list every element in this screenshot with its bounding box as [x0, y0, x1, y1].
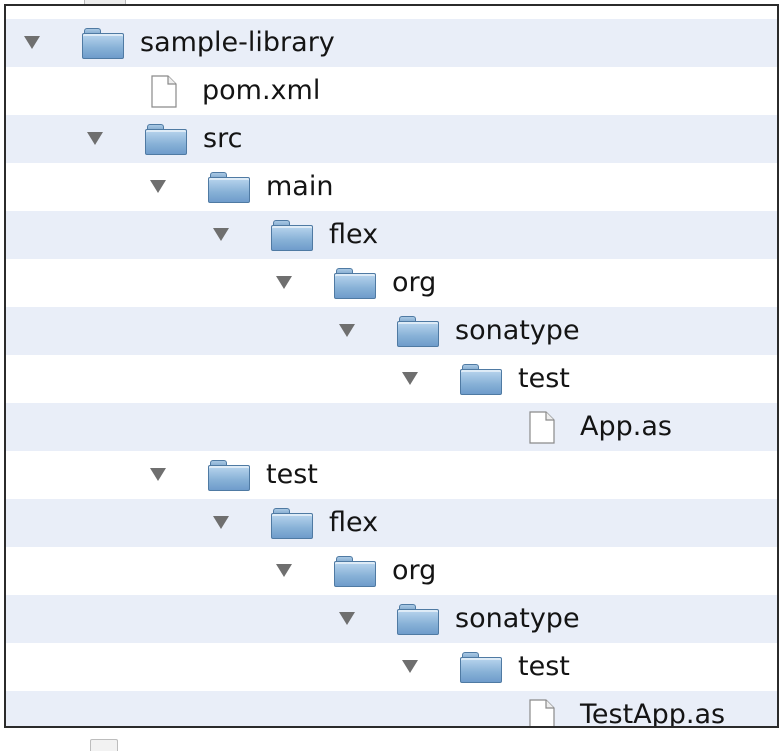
- tree-row-folder[interactable]: flex: [6, 499, 777, 547]
- tree-item-label: test: [266, 459, 318, 490]
- tree-row-folder[interactable]: flex: [6, 211, 777, 259]
- tree-item-label: test: [518, 651, 570, 682]
- disclosure-triangle-expanded-icon[interactable]: [276, 564, 292, 577]
- tree-row-folder[interactable]: org: [6, 259, 777, 307]
- tree-item-label: org: [392, 555, 437, 586]
- tree-row-file[interactable]: TestApp.as: [6, 691, 777, 728]
- partial-icon-bottom: [90, 739, 118, 751]
- disclosure-triangle-expanded-icon[interactable]: [150, 180, 166, 193]
- tree-item-label: App.as: [580, 411, 672, 442]
- tree-item-label: src: [203, 123, 243, 154]
- folder-icon: [334, 268, 376, 299]
- disclosure-triangle-expanded-icon[interactable]: [276, 276, 292, 289]
- disclosure-triangle-expanded-icon[interactable]: [402, 660, 418, 673]
- folder-icon: [82, 28, 124, 59]
- folder-icon: [397, 604, 439, 635]
- disclosure-triangle-expanded-icon[interactable]: [402, 372, 418, 385]
- disclosure-triangle-expanded-icon[interactable]: [87, 132, 103, 145]
- tree-item-label: org: [392, 267, 437, 298]
- tree-item-label: sonatype: [455, 315, 580, 346]
- folder-icon: [208, 460, 250, 491]
- folder-icon: [460, 652, 502, 683]
- folder-icon: [208, 172, 250, 203]
- disclosure-triangle-expanded-icon[interactable]: [213, 228, 229, 241]
- document-file-icon: [529, 411, 555, 444]
- disclosure-triangle-expanded-icon[interactable]: [150, 468, 166, 481]
- tree-row-folder[interactable]: sample-library: [6, 19, 777, 67]
- folder-icon: [334, 556, 376, 587]
- tree-item-label: flex: [329, 507, 379, 538]
- disclosure-triangle-expanded-icon[interactable]: [213, 516, 229, 529]
- tree-row-folder[interactable]: sonatype: [6, 595, 777, 643]
- tree-row-folder[interactable]: src: [6, 115, 777, 163]
- document-file-icon: [151, 75, 177, 108]
- folder-icon: [145, 124, 187, 155]
- tree-item-label: TestApp.as: [580, 699, 726, 728]
- document-file-icon: [529, 699, 555, 726]
- folder-icon: [271, 220, 313, 251]
- tree-row-file[interactable]: pom.xml: [6, 67, 777, 115]
- tree-item-label: flex: [329, 219, 379, 250]
- folder-icon: [271, 508, 313, 539]
- tree-item-label: main: [266, 171, 334, 202]
- tree-row-file[interactable]: App.as: [6, 403, 777, 451]
- tree-item-label: sonatype: [455, 603, 580, 634]
- disclosure-triangle-expanded-icon[interactable]: [24, 36, 40, 49]
- finder-window: sample-library pom.xml src main flex org sonat…: [0, 0, 781, 751]
- tree-row-folder[interactable]: sonatype: [6, 307, 777, 355]
- tree-item-label: test: [518, 363, 570, 394]
- tree-item-label: sample-library: [140, 27, 335, 58]
- tree-item-label: pom.xml: [202, 75, 321, 106]
- folder-icon: [460, 364, 502, 395]
- tree-row-folder[interactable]: test: [6, 355, 777, 403]
- tree-row-folder[interactable]: main: [6, 163, 777, 211]
- tree-row-folder[interactable]: org: [6, 547, 777, 595]
- tree-row-folder[interactable]: test: [6, 643, 777, 691]
- tree-row-folder[interactable]: test: [6, 451, 777, 499]
- folder-icon: [397, 316, 439, 347]
- file-tree-panel: sample-library pom.xml src main flex org sonat…: [4, 4, 779, 728]
- disclosure-triangle-expanded-icon[interactable]: [339, 612, 355, 625]
- disclosure-triangle-expanded-icon[interactable]: [339, 324, 355, 337]
